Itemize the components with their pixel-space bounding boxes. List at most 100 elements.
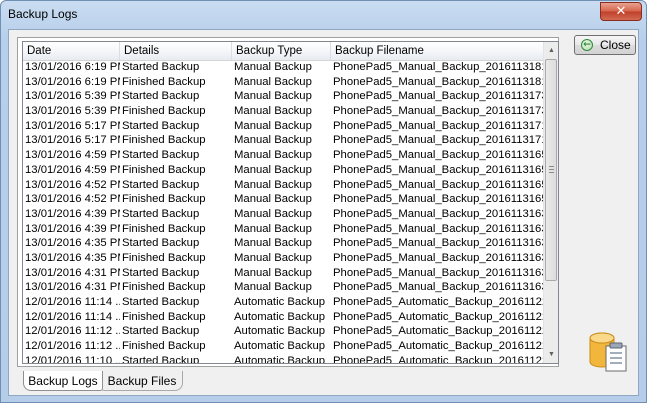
column-header-date[interactable]: Date	[23, 42, 120, 60]
table-row[interactable]: 12/01/2016 11:12 ... Finished Backup Autom…	[23, 339, 543, 354]
backup-type-cell: Manual Backup	[234, 163, 312, 176]
details-cell: Started Backup	[122, 149, 200, 162]
tab-panel: Date Details Backup Type Backup Filename…	[17, 37, 559, 367]
table-row[interactable]: 13/01/2016 4:39 PM Finished Backup Manual …	[23, 222, 543, 237]
scroll-up-arrow-icon[interactable]: ▲	[545, 43, 558, 58]
date-cell: 13/01/2016 4:39 PM	[25, 222, 120, 235]
table-row[interactable]: 13/01/2016 4:31 PM Finished Backup Manual …	[23, 280, 543, 295]
scrollbar-thumb[interactable]	[545, 59, 557, 281]
date-cell: 12/01/2016 11:14 ...	[25, 310, 120, 323]
table-row[interactable]: 13/01/2016 4:59 PM Started Backup Manual B…	[23, 148, 543, 163]
scrollbar-grip	[549, 166, 554, 173]
vertical-scrollbar[interactable]: ▲ ▼	[543, 42, 558, 363]
backup-filename-cell: PhonePad5_Automatic_Backup_201611223109	[333, 354, 543, 364]
details-cell: Started Backup	[122, 296, 200, 308]
backup-type-cell: Manual Backup	[234, 90, 312, 103]
table-row[interactable]: 12/01/2016 11:14 ... Started Backup Automa…	[23, 295, 543, 310]
table-row[interactable]: 13/01/2016 4:35 PM Started Backup Manual B…	[23, 236, 543, 251]
backup-type-cell: Manual Backup	[234, 149, 312, 162]
table-row[interactable]: 13/01/2016 4:35 PM Finished Backup Manual …	[23, 251, 543, 266]
backup-filename-cell: PhonePad5_Manual_Backup_2016113163915	[333, 207, 543, 220]
backup-filename-cell: PhonePad5_Manual_Backup_2016113171719	[333, 119, 543, 132]
backup-filename-cell: PhonePad5_Manual_Backup_2016113163513	[333, 251, 543, 264]
table-row[interactable]: 12/01/2016 11:10 ... Started Backup Automa…	[23, 354, 543, 364]
details-cell: Finished Backup	[122, 310, 206, 323]
table-row[interactable]: 13/01/2016 4:52 PM Started Backup Manual B…	[23, 178, 543, 193]
table-row[interactable]: 12/01/2016 11:12 ... Started Backup Automa…	[23, 324, 543, 339]
backup-type-cell: Manual Backup	[234, 178, 312, 191]
backup-type-cell: Automatic Backup	[234, 310, 326, 323]
backup-filename-cell: PhonePad5_Manual_Backup_201611316520	[333, 178, 543, 191]
tab-strip: Backup Files Backup Logs	[15, 371, 315, 393]
details-cell: Finished Backup	[122, 163, 206, 176]
close-icon: ✕	[615, 4, 627, 19]
tab-backup-files[interactable]: Backup Files	[101, 371, 183, 391]
details-cell: Started Backup	[122, 61, 200, 73]
green-back-arrow-icon: ←	[581, 39, 593, 51]
tab-backup-logs[interactable]: Backup Logs	[23, 371, 103, 391]
details-cell: Finished Backup	[122, 281, 206, 294]
table-row[interactable]: 12/01/2016 11:14 ... Finished Backup Autom…	[23, 310, 543, 325]
backup-filename-cell: PhonePad5_Automatic_Backup_201611223149	[333, 296, 543, 308]
backup-filename-cell: PhonePad5_Manual_Backup_2016113181952	[333, 75, 543, 88]
details-cell: Finished Backup	[122, 134, 206, 147]
table-row[interactable]: 13/01/2016 5:17 PM Finished Backup Manual …	[23, 133, 543, 148]
details-cell: Finished Backup	[122, 222, 206, 235]
date-cell: 12/01/2016 11:12 ...	[25, 325, 120, 338]
date-cell: 13/01/2016 5:17 PM	[25, 119, 120, 132]
details-cell: Started Backup	[122, 266, 200, 279]
date-cell: 13/01/2016 4:59 PM	[25, 149, 120, 162]
backup-logs-window: Backup Logs ✕ Date Details Backup Type B…	[0, 0, 647, 403]
column-header-backup-type[interactable]: Backup Type	[232, 42, 331, 60]
date-cell: 13/01/2016 4:31 PM	[25, 266, 120, 279]
column-header-details[interactable]: Details	[120, 42, 232, 60]
date-cell: 13/01/2016 5:39 PM	[25, 105, 120, 118]
table-row[interactable]: 13/01/2016 6:19 PM Started Backup Manual B…	[23, 60, 543, 75]
backup-filename-cell: PhonePad5_Manual_Backup_2016113163155	[333, 281, 543, 294]
table-body: 13/01/2016 6:19 PM Started Backup Manual B…	[23, 60, 543, 364]
details-cell: Started Backup	[122, 237, 200, 250]
backup-type-cell: Manual Backup	[234, 193, 312, 206]
table-row[interactable]: 13/01/2016 5:17 PM Started Backup Manual B…	[23, 119, 543, 134]
scroll-down-arrow-icon[interactable]: ▼	[545, 347, 558, 362]
dialog-client-area: Date Details Backup Type Backup Filename…	[8, 29, 639, 396]
backup-type-cell: Manual Backup	[234, 281, 312, 294]
table-row[interactable]: 13/01/2016 4:59 PM Finished Backup Manual …	[23, 163, 543, 178]
details-cell: Started Backup	[122, 178, 200, 191]
backup-type-cell: Manual Backup	[234, 237, 312, 250]
title-bar[interactable]: Backup Logs ✕	[1, 1, 646, 29]
backup-filename-cell: PhonePad5_Manual_Backup_2016113165935	[333, 149, 543, 162]
details-cell: Started Backup	[122, 325, 200, 338]
date-cell: 12/01/2016 11:10 ...	[25, 354, 120, 364]
close-button[interactable]: ← Close	[574, 35, 636, 55]
details-cell: Started Backup	[122, 119, 200, 132]
details-cell: Finished Backup	[122, 251, 206, 264]
backup-type-cell: Manual Backup	[234, 105, 312, 118]
details-cell: Started Backup	[122, 90, 200, 103]
table-row[interactable]: 13/01/2016 5:39 PM Started Backup Manual B…	[23, 89, 543, 104]
window-title: Backup Logs	[8, 7, 78, 21]
column-header-backup-filename[interactable]: Backup Filename	[331, 42, 543, 60]
table-row[interactable]: 13/01/2016 4:39 PM Started Backup Manual B…	[23, 207, 543, 222]
date-cell: 12/01/2016 11:12 ...	[25, 340, 120, 353]
backup-type-cell: Manual Backup	[234, 134, 312, 147]
backup-type-cell: Manual Backup	[234, 207, 312, 220]
details-cell: Finished Backup	[122, 340, 206, 353]
details-cell: Started Backup	[122, 207, 200, 220]
window-close-button[interactable]: ✕	[600, 2, 642, 21]
backup-filename-cell: PhonePad5_Manual_Backup_2016113163513	[333, 237, 543, 250]
date-cell: 13/01/2016 4:52 PM	[25, 178, 120, 191]
table-row[interactable]: 13/01/2016 4:52 PM Finished Backup Manual …	[23, 192, 543, 207]
backup-filename-cell: PhonePad5_Automatic_Backup_201611223129	[333, 325, 543, 338]
table-row[interactable]: 13/01/2016 5:39 PM Finished Backup Manual …	[23, 104, 543, 119]
details-cell: Started Backup	[122, 354, 200, 364]
table-row[interactable]: 13/01/2016 6:19 PM Finished Backup Manual …	[23, 75, 543, 90]
backup-type-cell: Automatic Backup	[234, 340, 326, 353]
table-row[interactable]: 13/01/2016 4:31 PM Started Backup Manual B…	[23, 266, 543, 281]
backup-filename-cell: PhonePad5_Manual_Backup_2016113173935	[333, 90, 543, 103]
date-cell: 13/01/2016 6:19 PM	[25, 75, 120, 88]
date-cell: 13/01/2016 4:39 PM	[25, 207, 120, 220]
backup-type-cell: Manual Backup	[234, 61, 312, 73]
details-cell: Finished Backup	[122, 193, 206, 206]
backup-filename-cell: PhonePad5_Manual_Backup_2016113163155	[333, 266, 543, 279]
